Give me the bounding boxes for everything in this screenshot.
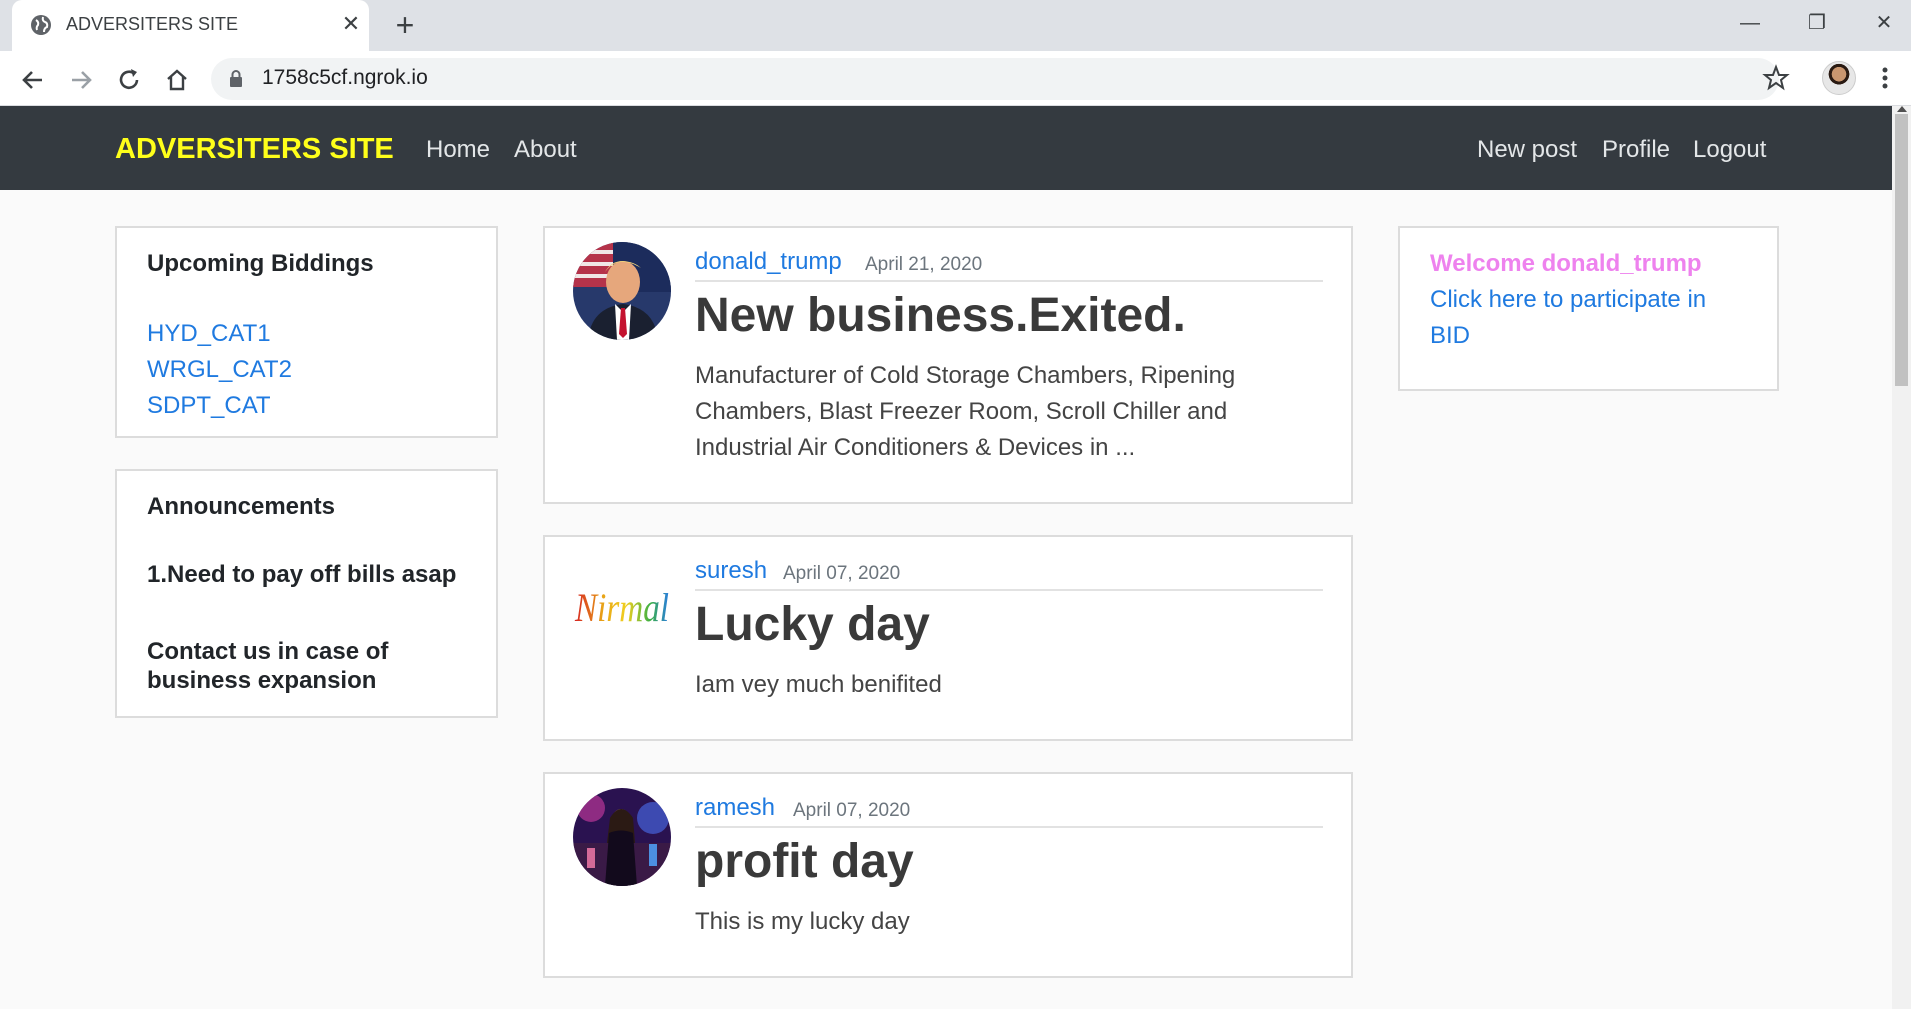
- author-avatar-image: Nirmal: [574, 585, 669, 630]
- post-content: Iam vey much benifited: [695, 671, 942, 698]
- post-content: This is my lucky day: [695, 908, 910, 935]
- reload-icon[interactable]: [112, 63, 146, 97]
- post-divider: [695, 826, 1323, 828]
- avatar-logo-text: Nirmal: [574, 585, 669, 630]
- bidding-link-sdpt-cat[interactable]: SDPT_CAT: [147, 392, 271, 420]
- globe-icon: [31, 15, 51, 35]
- forward-arrow-icon[interactable]: [64, 63, 98, 97]
- window-close-icon[interactable]: ✕: [1864, 8, 1904, 38]
- url-text[interactable]: 1758c5cf.ngrok.io: [262, 66, 428, 90]
- post-title[interactable]: profit day: [695, 834, 914, 889]
- post-title[interactable]: Lucky day: [695, 597, 930, 652]
- nav-home-link[interactable]: Home: [426, 136, 490, 164]
- page-scrollbar[interactable]: [1892, 106, 1911, 1009]
- minimize-icon[interactable]: —: [1730, 8, 1770, 38]
- new-tab-icon[interactable]: +: [390, 9, 420, 41]
- scroll-up-arrow-icon[interactable]: [1897, 106, 1907, 112]
- post-card: donald_trump April 21, 2020 New business…: [543, 226, 1353, 504]
- nav-logout-link[interactable]: Logout: [1693, 136, 1766, 164]
- announcements-card: Announcements 1.Need to pay off bills as…: [115, 469, 498, 718]
- post-date: April 07, 2020: [783, 563, 901, 584]
- nav-profile-link[interactable]: Profile: [1602, 136, 1670, 164]
- close-tab-icon[interactable]: ✕: [338, 11, 364, 37]
- bookmark-star-icon[interactable]: [1762, 64, 1790, 92]
- participate-bid-link[interactable]: Click here to participate in BID: [1430, 282, 1730, 354]
- lock-icon: [230, 70, 242, 87]
- post-title[interactable]: New business.Exited.: [695, 288, 1186, 343]
- bidding-link-wrgl-cat2[interactable]: WRGL_CAT2: [147, 356, 292, 384]
- post-date: April 07, 2020: [793, 800, 911, 821]
- welcome-text: Welcome donald_trump: [1430, 250, 1702, 277]
- post-content: Manufacturer of Cold Storage Chambers, R…: [695, 362, 1236, 461]
- scroll-thumb[interactable]: [1895, 114, 1908, 386]
- announcement-item: Contact us in case of business expansion: [147, 638, 389, 694]
- announcements-heading: Announcements: [147, 493, 336, 520]
- browser-profile-avatar[interactable]: [1822, 61, 1856, 95]
- address-bar[interactable]: [211, 58, 1779, 100]
- site-navbar: ADVERSITERS SITE Home About New post Pro…: [0, 106, 1892, 190]
- post-divider: [695, 589, 1323, 591]
- more-menu-icon[interactable]: [1878, 63, 1892, 93]
- author-avatar[interactable]: Nirmal: [573, 557, 671, 655]
- author-avatar-image: [573, 788, 671, 886]
- site-brand[interactable]: ADVERSITERS SITE: [115, 133, 394, 166]
- author-avatar[interactable]: [573, 788, 671, 886]
- author-avatar[interactable]: [573, 242, 671, 340]
- restore-icon[interactable]: ❐: [1797, 8, 1837, 38]
- upcoming-biddings-card: Upcoming Biddings HYD_CAT1 WRGL_CAT2 SDP…: [115, 226, 498, 438]
- post-divider: [695, 280, 1323, 282]
- post-author-link[interactable]: ramesh: [695, 794, 775, 822]
- nav-about-link[interactable]: About: [514, 136, 577, 164]
- back-arrow-icon[interactable]: [16, 63, 50, 97]
- announcement-item: 1.Need to pay off bills asap: [147, 561, 457, 588]
- post-date: April 21, 2020: [865, 254, 983, 275]
- browser-tab[interactable]: ADVERSITERS SITE ✕: [12, 0, 369, 51]
- post-card: Nirmal suresh April 07, 2020 Lucky day I…: [543, 535, 1353, 741]
- biddings-heading: Upcoming Biddings: [147, 250, 374, 277]
- post-author-link[interactable]: suresh: [695, 557, 767, 585]
- nav-new-post-link[interactable]: New post: [1477, 136, 1577, 164]
- welcome-card: Welcome donald_trump Click here to parti…: [1398, 226, 1779, 391]
- post-card: ramesh April 07, 2020 profit day This is…: [543, 772, 1353, 978]
- post-author-link[interactable]: donald_trump: [695, 248, 842, 276]
- tab-title: ADVERSITERS SITE: [66, 14, 239, 34]
- browser-tabbar: ADVERSITERS SITE ✕ + — ❐ ✕: [0, 0, 1911, 51]
- home-icon[interactable]: [160, 63, 194, 97]
- author-avatar-image: [573, 242, 671, 340]
- bidding-link-hyd-cat1[interactable]: HYD_CAT1: [147, 320, 271, 348]
